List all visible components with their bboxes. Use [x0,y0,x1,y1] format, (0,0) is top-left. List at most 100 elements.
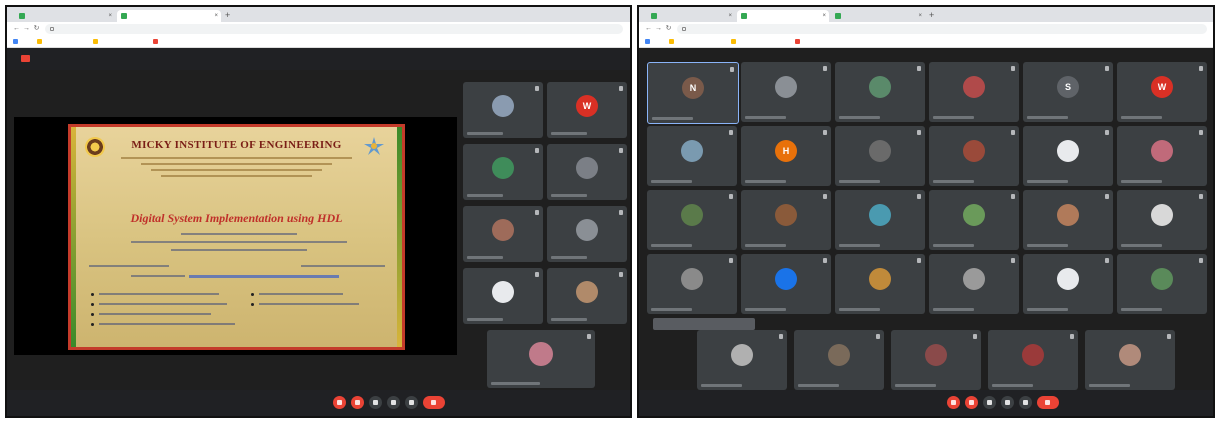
participant-tile[interactable]: S [1023,62,1113,122]
close-icon[interactable]: × [214,10,218,22]
participant-tile[interactable]: W [1117,62,1207,122]
end-call-button[interactable] [423,396,445,409]
presentation-stage[interactable]: MICKY INSTITUTE OF ENGINEERING Digital S… [14,117,457,355]
participant-tile[interactable] [1023,254,1113,314]
reload-icon[interactable]: ↻ [665,25,672,32]
browser-tab[interactable]: × [647,10,735,22]
bookmark-item[interactable] [731,38,791,45]
captions-button[interactable] [983,396,996,409]
mic-off-icon [619,148,623,153]
mic-off-icon [823,130,827,135]
end-call-button[interactable] [1037,396,1059,409]
participant-tile[interactable] [1085,330,1175,390]
participant-name [1027,244,1068,247]
participant-tile[interactable] [835,62,925,122]
close-icon[interactable]: × [108,10,112,22]
mic-off-icon [729,194,733,199]
camera-toggle-button[interactable] [351,396,364,409]
participant-tile[interactable] [547,206,627,262]
participant-tile[interactable] [547,144,627,200]
mic-off-icon [917,66,921,71]
close-icon[interactable]: × [728,10,732,22]
mic-toggle-button[interactable] [333,396,346,409]
participant-tile[interactable] [463,268,543,324]
participant-tile[interactable]: W [547,82,627,138]
new-tab-icon[interactable]: + [225,10,230,20]
participant-tile[interactable] [697,330,787,390]
close-icon[interactable]: × [822,10,826,22]
participant-tile[interactable] [487,330,595,388]
mic-off-icon [535,86,539,91]
participant-name [745,180,786,183]
participant-tile[interactable] [741,254,831,314]
camera-toggle-button[interactable] [965,396,978,409]
mic-toggle-button[interactable] [947,396,960,409]
bookmark-apps[interactable] [13,38,33,45]
new-tab-icon[interactable]: + [929,10,934,20]
close-icon[interactable]: × [918,10,922,22]
bookmark-item[interactable] [93,38,149,45]
bookmark-youtube[interactable] [795,38,843,45]
participant-tile[interactable] [647,126,737,186]
back-icon[interactable]: ← [645,25,652,32]
bookmark-icon [669,39,674,44]
participant-tile[interactable] [1117,254,1207,314]
reload-icon[interactable]: ↻ [33,25,40,32]
browser-tab[interactable]: × [15,10,115,22]
address-bar[interactable] [677,24,1207,34]
browser-tab-active[interactable]: × [117,10,221,22]
participant-tile[interactable] [929,190,1019,250]
participant-tile[interactable] [1023,190,1113,250]
participant-tile[interactable] [929,62,1019,122]
browser-tab-active[interactable]: × [737,10,829,22]
participant-tile[interactable] [1117,126,1207,186]
address-bar[interactable] [45,24,623,34]
participant-tile[interactable] [929,126,1019,186]
avatar [963,140,985,163]
browser-tab[interactable]: × [831,10,925,22]
participant-tile[interactable] [463,144,543,200]
participant-tile[interactable] [835,126,925,186]
lock-icon [682,27,686,31]
bookmark-apps[interactable] [645,38,665,45]
participant-name [933,116,974,119]
more-vert-icon [1023,400,1028,405]
avatar: W [1151,76,1173,99]
participant-tile[interactable] [835,254,925,314]
participant-tile[interactable] [794,330,884,390]
participant-name [1121,308,1162,311]
captions-button[interactable] [369,396,382,409]
present-button[interactable] [1001,396,1014,409]
present-button[interactable] [387,396,400,409]
participant-tile[interactable] [929,254,1019,314]
bookmark-item[interactable] [37,38,89,45]
poster-text-line [131,275,185,277]
participant-tile[interactable] [1023,126,1113,186]
mic-off-icon [1011,66,1015,71]
poster-bullet [251,293,254,296]
participant-tile[interactable]: H [741,126,831,186]
mic-off-icon [535,210,539,215]
poster-subtitle-line [151,169,322,171]
participant-tile[interactable] [891,330,981,390]
participant-tile[interactable] [647,190,737,250]
participant-tile[interactable] [463,206,543,262]
participant-tile[interactable] [1117,190,1207,250]
participant-tile[interactable] [741,190,831,250]
participant-tile[interactable] [547,268,627,324]
more-options-button[interactable] [1019,396,1032,409]
bookmark-item[interactable] [669,38,727,45]
participant-tile[interactable] [835,190,925,250]
participant-tile[interactable]: N [647,62,739,124]
avatar [492,156,514,179]
bookmark-youtube[interactable] [153,38,201,45]
mic-off-icon [779,334,783,339]
participant-tile[interactable] [463,82,543,138]
back-icon[interactable]: ← [13,25,20,32]
forward-icon[interactable]: → [655,25,662,32]
forward-icon[interactable]: → [23,25,30,32]
participant-tile[interactable] [741,62,831,122]
participant-tile[interactable] [647,254,737,314]
more-options-button[interactable] [405,396,418,409]
participant-tile[interactable] [988,330,1078,390]
